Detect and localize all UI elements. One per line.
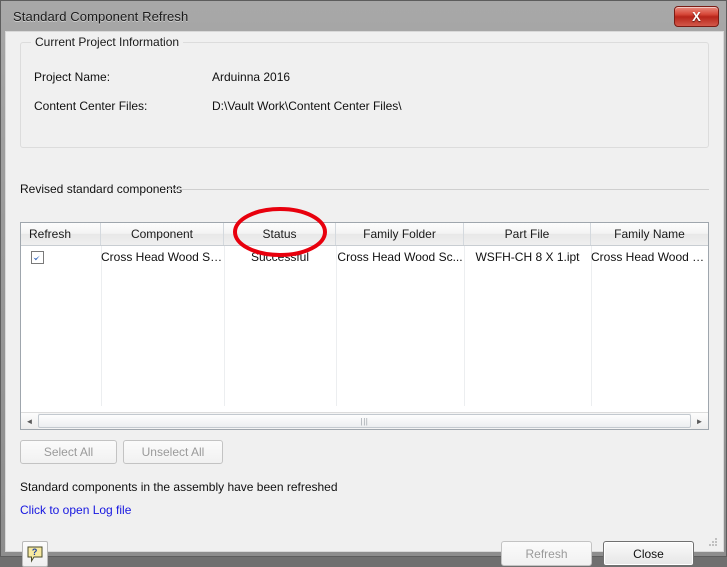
project-name-label: Project Name: xyxy=(34,70,111,84)
cell-part-file: WSFH-CH 8 X 1.ipt xyxy=(475,250,580,264)
close-button[interactable]: Close xyxy=(603,541,694,566)
close-icon[interactable]: X xyxy=(674,6,719,27)
horizontal-scrollbar[interactable]: ◄ ||| ► xyxy=(21,412,708,429)
status-message: Standard components in the assembly have… xyxy=(20,480,338,494)
project-name-value: Arduinna 2016 xyxy=(212,70,291,84)
column-header-part-file[interactable]: Part File xyxy=(464,223,591,245)
scroll-left-arrow-icon[interactable]: ◄ xyxy=(21,413,38,429)
content-center-files-label: Content Center Files: xyxy=(34,99,148,113)
select-all-button[interactable]: Select All xyxy=(20,440,117,464)
scroll-right-arrow-icon[interactable]: ► xyxy=(691,413,708,429)
open-log-file-link[interactable]: Click to open Log file xyxy=(20,503,131,517)
column-header-status[interactable]: Status xyxy=(224,223,336,245)
grid-body: Cross Head Wood Sc... Successful Cross H… xyxy=(21,246,708,406)
content-center-files-value: D:\Vault Work\Content Center Files\ xyxy=(212,99,402,113)
section-divider xyxy=(166,189,709,190)
column-header-component[interactable]: Component xyxy=(101,223,224,245)
dialog-window: Standard Component Refresh X Current Pro… xyxy=(0,0,727,567)
close-button-label: X xyxy=(692,9,701,24)
help-icon[interactable]: ? xyxy=(22,541,48,567)
scrollbar-grip-icon: ||| xyxy=(360,416,369,426)
revised-components-label: Revised standard components xyxy=(20,182,183,196)
column-header-family-folder[interactable]: Family Folder xyxy=(336,223,464,245)
scrollbar-track[interactable]: ||| xyxy=(38,413,691,429)
table-row[interactable]: Cross Head Wood Sc... Successful Cross H… xyxy=(21,246,708,268)
refresh-checkbox[interactable] xyxy=(31,250,44,264)
grid-header-row: Refresh Component Status Family Folder P… xyxy=(21,223,708,246)
window-title: Standard Component Refresh xyxy=(13,9,189,24)
group-legend: Current Project Information xyxy=(31,35,184,49)
refresh-button[interactable]: Refresh xyxy=(501,541,592,566)
svg-text:?: ? xyxy=(31,547,37,557)
components-grid: Refresh Component Status Family Folder P… xyxy=(20,222,709,430)
dialog-body: Current Project Information Project Name… xyxy=(5,31,724,567)
unselect-all-button[interactable]: Unselect All xyxy=(123,440,223,464)
cell-status: Successful xyxy=(250,250,310,264)
column-header-family-name[interactable]: Family Name xyxy=(591,223,708,245)
title-bar: Standard Component Refresh X xyxy=(4,3,722,30)
cell-family-folder: Cross Head Wood Sc... xyxy=(337,250,463,264)
cell-component: Cross Head Wood Sc... xyxy=(101,250,224,264)
resize-grip-icon[interactable] xyxy=(707,536,719,548)
current-project-information-group: Current Project Information Project Name… xyxy=(20,35,709,148)
scrollbar-thumb[interactable]: ||| xyxy=(38,414,691,428)
cell-family-name: Cross Head Wood Sc... xyxy=(591,250,708,264)
column-header-refresh[interactable]: Refresh xyxy=(21,223,101,245)
